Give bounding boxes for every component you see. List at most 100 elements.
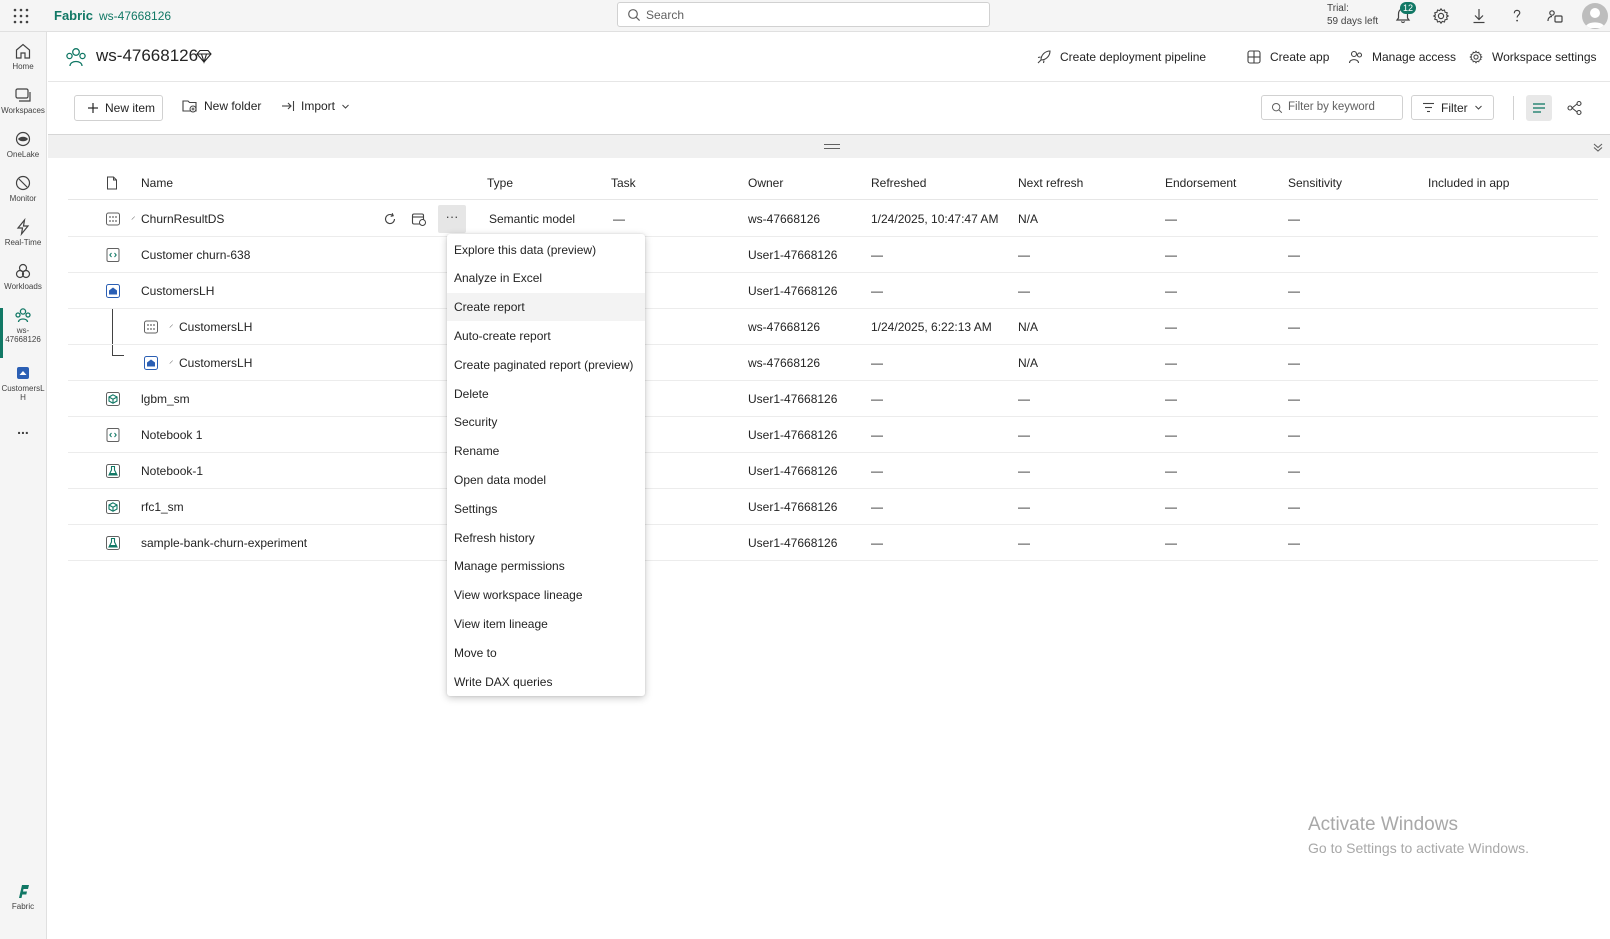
trial-status[interactable]: Trial: 59 days left [1327,2,1378,28]
column-header-task[interactable]: Task [611,176,636,190]
menu-item-move-to[interactable]: Move to [447,639,645,667]
create-app-label: Create app [1270,50,1330,64]
menu-item-explore-data[interactable]: Explore this data (preview) [447,236,645,264]
item-endorsement: — [1165,500,1177,514]
item-name-link[interactable]: Notebook 1 [141,428,202,442]
item-next-refresh: — [1018,284,1030,298]
rail-item-customerslh[interactable]: CustomersL H [0,364,46,402]
new-item-button[interactable]: New item [74,95,163,121]
column-header-endorsement[interactable]: Endorsement [1165,176,1236,190]
table-row[interactable]: ⸝ ChurnResultDS ··· Semantic model — ws-… [68,201,1598,237]
rail-item-workspaces[interactable]: Workspaces [0,86,46,115]
item-name-link[interactable]: CustomersLH [179,356,252,370]
rail-item-onelake[interactable]: OneLake [0,130,46,159]
refresh-icon[interactable] [382,211,398,227]
share-feedback-icon[interactable] [1545,6,1565,26]
menu-item-delete[interactable]: Delete [447,380,645,408]
menu-item-manage-permissions[interactable]: Manage permissions [447,552,645,580]
table-row[interactable]: Notebook-1 User1-47668126 — — — — [68,453,1598,489]
item-sensitivity: — [1288,500,1300,514]
user-avatar-icon [1585,8,1605,28]
menu-item-analyze-in-excel[interactable]: Analyze in Excel [447,264,645,292]
item-name-link[interactable]: sample-bank-churn-experiment [141,536,307,550]
monitor-icon [15,175,31,191]
toolbar: New item New folder Import Filter by key… [48,82,1610,134]
item-name-link[interactable]: CustomersLH [179,320,252,334]
user-avatar[interactable] [1582,3,1608,29]
settings-gear-icon[interactable] [1431,6,1451,26]
table-row[interactable]: Customer churn-638 User1-47668126 — — — … [68,237,1598,273]
menu-item-create-paginated-report[interactable]: Create paginated report (preview) [447,351,645,379]
column-header-sensitivity[interactable]: Sensitivity [1288,176,1342,190]
item-name-link[interactable]: rfc1_sm [141,500,184,514]
menu-item-write-dax-queries[interactable]: Write DAX queries [447,668,645,696]
notebook-code-icon [106,428,120,442]
schedule-refresh-icon[interactable] [411,211,427,227]
column-header-included-in-app[interactable]: Included in app [1428,176,1509,190]
item-name-link[interactable]: Notebook-1 [141,464,203,478]
menu-item-settings[interactable]: Settings [447,495,645,523]
download-icon[interactable] [1469,6,1489,26]
item-owner: User1-47668126 [748,284,838,298]
item-name-link[interactable]: lgbm_sm [141,392,190,406]
workspace-settings-button[interactable]: Workspace settings [1468,49,1597,65]
create-deployment-pipeline-button[interactable]: Create deployment pipeline [1036,49,1206,65]
rail-item-workspace-current[interactable]: ws- 47668126 [0,306,46,344]
column-header-refreshed[interactable]: Refreshed [871,176,926,190]
create-app-button[interactable]: Create app [1246,49,1329,65]
table-row[interactable]: lgbm_sm User1-47668126 — — — — [68,381,1598,417]
filter-by-keyword-input[interactable]: Filter by keyword [1261,95,1403,120]
double-chevron-down-icon[interactable] [1592,141,1604,153]
lineage-view-button[interactable] [1562,95,1588,121]
table-row[interactable]: rfc1_sm User1-47668126 — — — — [68,489,1598,525]
more-options-button[interactable]: ··· [438,205,466,233]
menu-item-rename[interactable]: Rename [447,437,645,465]
menu-item-security[interactable]: Security [447,408,645,436]
item-sensitivity: — [1288,248,1300,262]
rail-item-real-time[interactable]: Real-Time [0,218,46,247]
rail-more-button[interactable]: ... [0,421,46,437]
item-next-refresh: — [1018,392,1030,406]
help-icon[interactable] [1507,6,1527,26]
menu-item-refresh-history[interactable]: Refresh history [447,524,645,552]
table-row[interactable]: ⸝ CustomersLH ws-47668126 — N/A — — [68,345,1598,381]
brand-name[interactable]: Fabric [54,8,93,23]
column-header-type[interactable]: Type [487,176,513,190]
menu-item-view-workspace-lineage[interactable]: View workspace lineage [447,581,645,609]
item-name-link[interactable]: Customer churn-638 [141,248,250,262]
item-sensitivity: — [1288,392,1300,406]
rail-footer-fabric[interactable]: Fabric [0,882,46,911]
child-link-icon: ⸝ [169,319,174,329]
item-name-link[interactable]: ChurnResultDS [141,212,224,226]
table-row[interactable]: ⸝ CustomersLH ws-47668126 1/24/2025, 6:2… [68,309,1598,345]
rail-label-customerslh-line1: CustomersL [1,384,45,393]
menu-item-auto-create-report[interactable]: Auto-create report [447,322,645,350]
manage-access-button[interactable]: Manage access [1348,49,1456,65]
column-header-name[interactable]: Name [141,176,173,190]
menu-item-open-data-model[interactable]: Open data model [447,466,645,494]
table-row[interactable]: CustomersLH User1-47668126 — — — — [68,273,1598,309]
menu-item-view-item-lineage[interactable]: View item lineage [447,610,645,638]
item-endorsement: — [1165,212,1177,226]
workspace-settings-label: Workspace settings [1492,50,1597,64]
lakehouse-icon [17,367,29,379]
column-header-next-refresh[interactable]: Next refresh [1018,176,1083,190]
import-button[interactable]: Import [281,99,350,113]
search-box[interactable]: Search [617,2,990,27]
app-launcher-icon[interactable] [12,7,30,25]
table-row[interactable]: sample-bank-churn-experiment User1-47668… [68,525,1598,561]
table-row[interactable]: Notebook 1 User1-47668126 — — — — [68,417,1598,453]
breadcrumb-workspace[interactable]: ws-47668126 [99,9,171,23]
item-sensitivity: — [1288,428,1300,442]
ml-model-icon [106,500,120,514]
item-name-link[interactable]: CustomersLH [141,284,214,298]
rail-item-monitor[interactable]: Monitor [0,174,46,203]
rail-item-workloads[interactable]: Workloads [0,262,46,291]
menu-item-create-report[interactable]: Create report [447,293,645,321]
resize-grip-handle[interactable] [824,144,840,149]
filter-button[interactable]: Filter [1411,95,1494,120]
list-view-button[interactable] [1526,95,1552,121]
rail-item-home[interactable]: Home [0,42,46,71]
column-header-owner[interactable]: Owner [748,176,783,190]
new-folder-button[interactable]: New folder [182,99,261,113]
